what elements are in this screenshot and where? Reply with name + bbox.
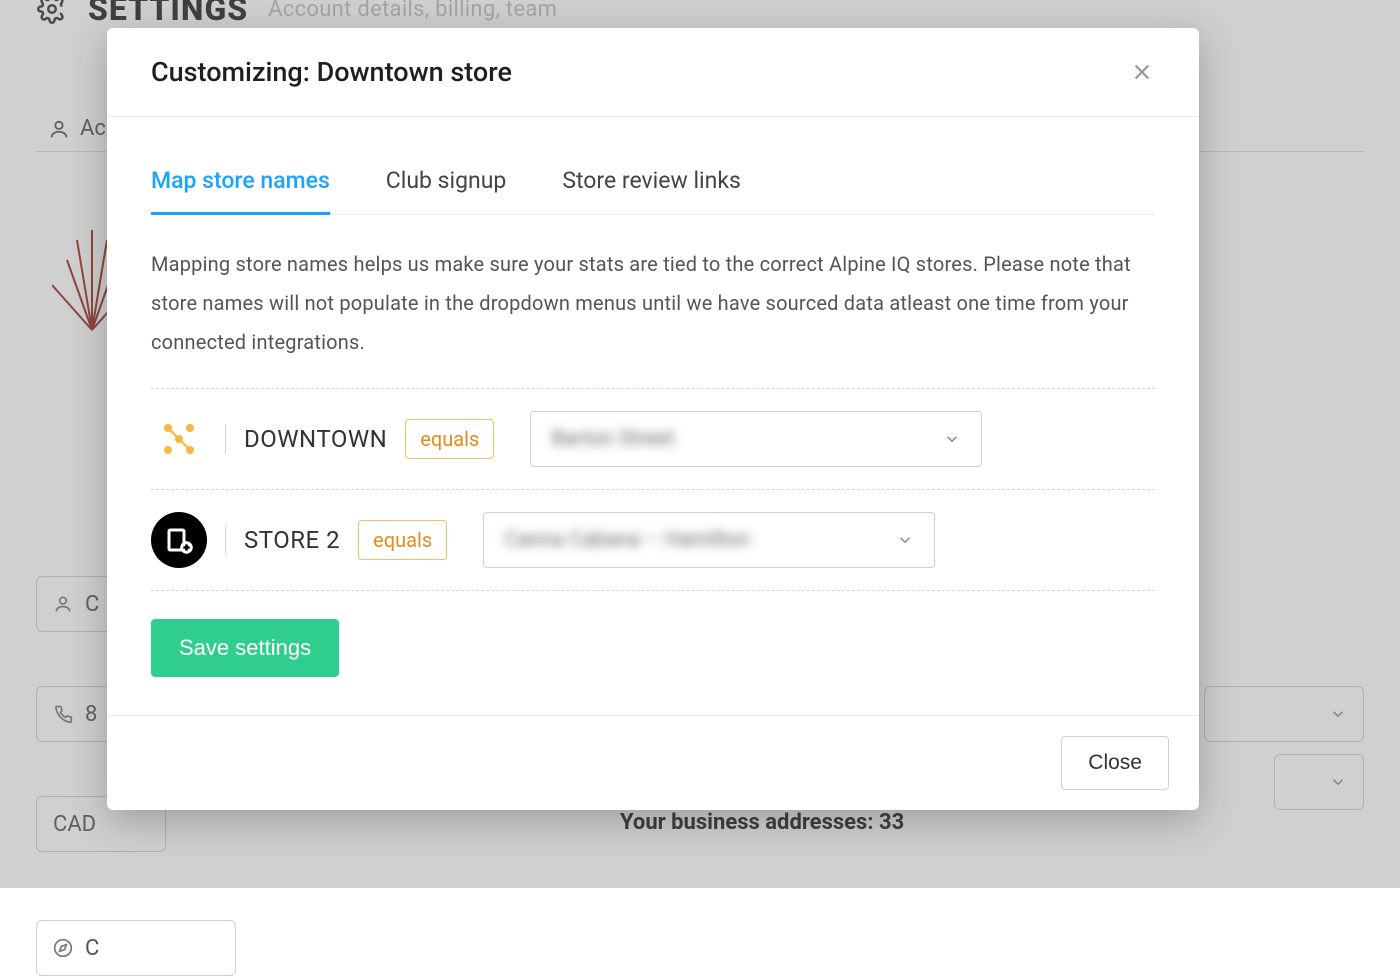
dropdown-value: Canna Cabana – Hamilton bbox=[504, 528, 750, 552]
tab-map-store-names[interactable]: Map store names bbox=[151, 153, 330, 215]
customize-store-modal: Customizing: Downtown store Map store na… bbox=[107, 28, 1199, 810]
store-mapping-dropdown[interactable]: Canna Cabana – Hamilton bbox=[483, 512, 935, 568]
store-mapping-row: STORE 2 equals Canna Cabana – Hamilton bbox=[151, 490, 1155, 591]
modal-title: Customizing: Downtown store bbox=[151, 56, 512, 88]
equals-pill: equals bbox=[405, 419, 494, 459]
field-location[interactable]: C bbox=[36, 920, 236, 976]
tab-store-review-links[interactable]: Store review links bbox=[562, 153, 741, 214]
chevron-down-icon bbox=[896, 531, 914, 549]
dropdown-value: Barton Street bbox=[551, 427, 674, 451]
close-button[interactable]: Close bbox=[1061, 736, 1169, 790]
integration-icon bbox=[151, 512, 207, 568]
tab-club-signup[interactable]: Club signup bbox=[386, 153, 507, 214]
integration-icon bbox=[151, 411, 207, 467]
close-icon[interactable] bbox=[1129, 59, 1155, 85]
modal-body: Map store names Club signup Store review… bbox=[107, 117, 1199, 715]
store-mapping-dropdown[interactable]: Barton Street bbox=[530, 411, 982, 467]
field-partial: C bbox=[85, 936, 99, 961]
store-name: STORE 2 bbox=[244, 526, 340, 554]
equals-pill: equals bbox=[358, 520, 447, 560]
store-mapping-list: DOWNTOWN equals Barton Street bbox=[151, 388, 1155, 591]
chevron-down-icon bbox=[943, 430, 961, 448]
modal-tabs: Map store names Club signup Store review… bbox=[151, 153, 1155, 215]
help-text: Mapping store names helps us make sure y… bbox=[151, 245, 1155, 362]
modal-header: Customizing: Downtown store bbox=[107, 28, 1199, 117]
compass-icon bbox=[53, 938, 73, 958]
divider bbox=[225, 424, 226, 454]
store-name: DOWNTOWN bbox=[244, 425, 387, 453]
divider bbox=[225, 525, 226, 555]
save-settings-button[interactable]: Save settings bbox=[151, 619, 339, 677]
store-mapping-row: DOWNTOWN equals Barton Street bbox=[151, 389, 1155, 490]
modal-footer: Close bbox=[107, 715, 1199, 810]
